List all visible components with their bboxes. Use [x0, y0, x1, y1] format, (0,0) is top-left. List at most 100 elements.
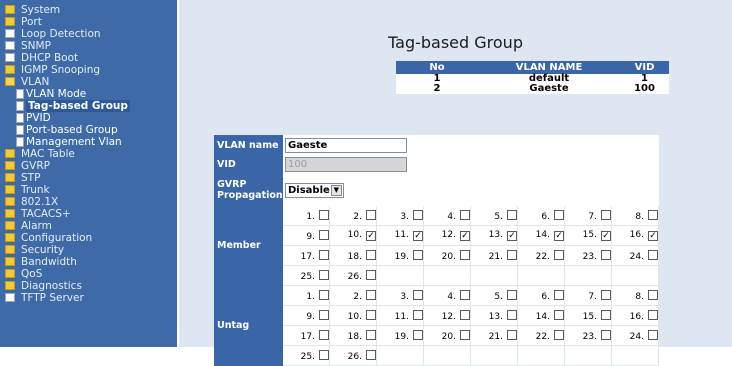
- sidebar-item-label: GVRP: [21, 160, 50, 172]
- member-port-checkbox[interactable]: [554, 249, 564, 260]
- vlan-name-label: VLAN name: [214, 135, 283, 155]
- untag-port-checkbox[interactable]: [366, 289, 376, 300]
- vlan-name-input[interactable]: Gaeste: [285, 137, 407, 153]
- member-port-cell: 3.: [376, 206, 424, 226]
- member-port-checkbox[interactable]: [413, 209, 423, 220]
- member-port-checkbox[interactable]: [366, 209, 376, 220]
- port-number: 11.: [394, 311, 409, 322]
- member-port-checkbox[interactable]: [601, 249, 611, 260]
- port-number: 14.: [535, 230, 550, 240]
- untag-port-row: Untag 1. 2. 3. 4. 5. 6. 7. 8.: [214, 285, 659, 366]
- main-content: Tag-based Group No VLAN NAME VID 1 defau…: [179, 0, 732, 366]
- page-icon: [5, 293, 15, 302]
- untag-port-checkbox[interactable]: [507, 329, 517, 340]
- untag-port-checkbox[interactable]: [319, 309, 329, 320]
- member-port-checkbox[interactable]: [413, 249, 423, 260]
- member-port-checkbox[interactable]: [366, 249, 376, 260]
- row-vlan-name-link[interactable]: Gaeste: [478, 84, 620, 94]
- untag-label: Untag: [214, 285, 283, 366]
- untag-port-checkbox[interactable]: [460, 329, 470, 340]
- untag-port-checkbox[interactable]: [413, 309, 423, 320]
- member-port-checkbox[interactable]: [507, 249, 517, 260]
- port-number: 13.: [488, 311, 503, 322]
- untag-port-cell: 12.: [423, 305, 471, 326]
- member-port-checkbox[interactable]: [648, 209, 658, 220]
- sidebar-item-label: VLAN Mode: [26, 88, 87, 100]
- member-port-checkbox[interactable]: [554, 209, 564, 220]
- sidebar-item-label: Diagnostics: [21, 280, 82, 292]
- member-port-checkbox[interactable]: [507, 231, 517, 241]
- member-port-checkbox[interactable]: [319, 209, 329, 220]
- untag-port-checkbox[interactable]: [601, 329, 611, 340]
- untag-port-checkbox[interactable]: [413, 289, 423, 300]
- member-port-cell: 2.: [329, 206, 377, 226]
- untag-port-checkbox[interactable]: [648, 289, 658, 300]
- folder-icon: [5, 221, 15, 230]
- untag-port-checkbox[interactable]: [413, 329, 423, 340]
- untag-port-checkbox[interactable]: [554, 289, 564, 300]
- untag-port-cell: 6.: [517, 285, 565, 306]
- untag-port-checkbox[interactable]: [648, 309, 658, 320]
- member-port-cell: 1.: [283, 206, 330, 226]
- port-number: 20.: [441, 251, 456, 262]
- port-number: 7.: [588, 291, 597, 302]
- member-port-checkbox[interactable]: [366, 231, 376, 241]
- port-number: 2.: [353, 291, 362, 302]
- member-port-checkbox[interactable]: [507, 209, 517, 220]
- table-row[interactable]: 2 Gaeste 100: [396, 84, 669, 94]
- untag-port-checkbox[interactable]: [601, 289, 611, 300]
- sidebar-item-label: TFTP Server: [21, 292, 84, 304]
- member-port-checkbox[interactable]: [601, 209, 611, 220]
- untag-port-checkbox[interactable]: [460, 309, 470, 320]
- untag-port-cell: 20.: [423, 325, 471, 346]
- untag-port-cell: 3.: [376, 285, 424, 306]
- untag-port-cell: 1.: [283, 285, 330, 306]
- untag-port-checkbox[interactable]: [366, 309, 376, 320]
- untag-port-checkbox[interactable]: [366, 329, 376, 340]
- untag-port-checkbox[interactable]: [319, 289, 329, 300]
- sidebar-item-label: SNMP: [21, 40, 51, 52]
- untag-port-checkbox[interactable]: [554, 309, 564, 320]
- member-port-checkbox[interactable]: [319, 249, 329, 260]
- sidebar-item-label: Tag-based Group: [26, 100, 130, 112]
- member-port-checkbox[interactable]: [460, 231, 470, 241]
- untag-port-checkbox[interactable]: [507, 309, 517, 320]
- member-port-checkbox[interactable]: [460, 209, 470, 220]
- member-port-checkbox[interactable]: [319, 269, 329, 280]
- vid-label: VID: [214, 155, 283, 174]
- folder-icon: [5, 173, 15, 182]
- member-port-cell: 15.: [564, 225, 612, 246]
- sidebar-item-label: Management Vlan: [26, 136, 122, 148]
- port-number: 11.: [394, 230, 409, 240]
- port-number: 23.: [582, 331, 597, 342]
- port-number: 26.: [347, 271, 362, 282]
- untag-port-checkbox[interactable]: [319, 329, 329, 340]
- port-number: 18.: [347, 331, 362, 342]
- folder-icon: [5, 281, 15, 290]
- member-port-checkbox[interactable]: [413, 231, 423, 241]
- member-port-checkbox[interactable]: [460, 249, 470, 260]
- untag-port-checkbox[interactable]: [554, 329, 564, 340]
- untag-port-checkbox[interactable]: [648, 329, 658, 340]
- untag-port-checkbox[interactable]: [366, 349, 376, 360]
- gvrp-propagation-select[interactable]: Disable ▼: [285, 182, 344, 198]
- member-port-checkbox[interactable]: [366, 269, 376, 280]
- port-number: 12.: [441, 311, 456, 322]
- member-port-cell: 5.: [470, 206, 518, 226]
- member-port-checkbox[interactable]: [648, 249, 658, 260]
- member-port-cell: 7.: [564, 206, 612, 226]
- member-port-checkbox[interactable]: [319, 229, 329, 240]
- port-number: 3.: [400, 211, 409, 222]
- untag-port-checkbox[interactable]: [460, 289, 470, 300]
- untag-port-checkbox[interactable]: [319, 349, 329, 360]
- member-port-checkbox[interactable]: [554, 231, 564, 241]
- untag-port-checkbox[interactable]: [507, 289, 517, 300]
- port-number: 1.: [306, 291, 315, 302]
- untag-port-cell: 22.: [517, 325, 565, 346]
- member-port-checkbox[interactable]: [648, 231, 658, 241]
- page-icon: [16, 125, 24, 135]
- member-port-checkbox[interactable]: [601, 231, 611, 241]
- untag-port-checkbox[interactable]: [601, 309, 611, 320]
- dropdown-arrow-icon[interactable]: ▼: [330, 184, 342, 196]
- folder-icon: [5, 149, 15, 158]
